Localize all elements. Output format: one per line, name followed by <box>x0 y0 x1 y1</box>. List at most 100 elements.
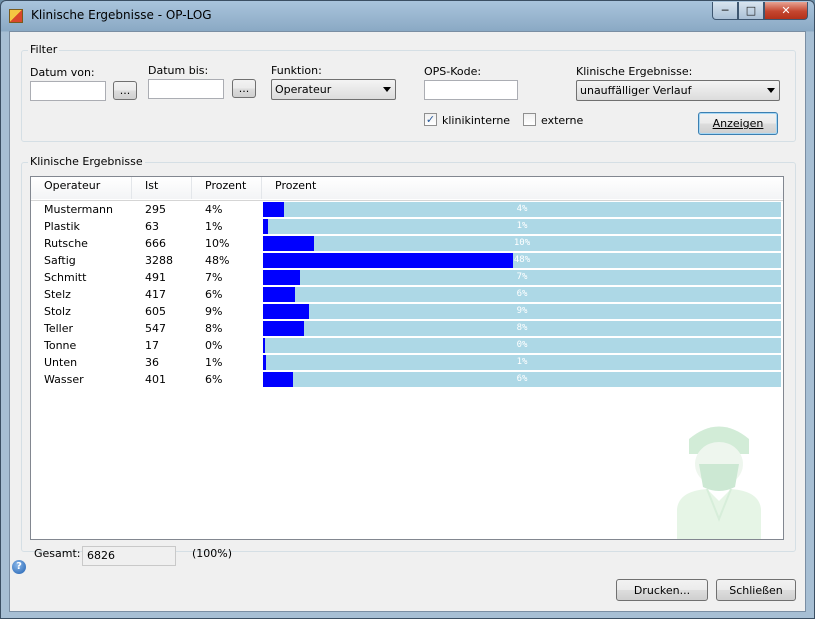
anzeigen-button[interactable]: Anzeigen <box>698 112 778 135</box>
progress-bar: 6% <box>263 372 781 387</box>
funktion-select-value: Operateur <box>275 83 332 96</box>
progress-bar-label: 1% <box>516 357 528 367</box>
ops-kode-label: OPS-Kode: <box>424 65 482 78</box>
row-ist: 3288 <box>145 254 173 267</box>
progress-bar: 9% <box>263 304 781 319</box>
row-operateur: Plastik <box>44 220 80 233</box>
row-operateur: Unten <box>44 356 78 369</box>
results-group-label: Klinische Ergebnisse <box>28 155 145 168</box>
progress-bar-label: 48% <box>513 255 531 265</box>
gesamt-percent: (100%) <box>192 547 233 560</box>
progress-bar: 6% <box>263 287 781 302</box>
progress-bar: 8% <box>263 321 781 336</box>
progress-bar-label: 0% <box>516 340 528 350</box>
externe-label[interactable]: externe <box>541 114 583 127</box>
list-item[interactable]: Teller 547 8% 8% <box>31 320 783 337</box>
row-prozent: 1% <box>205 356 223 369</box>
row-ist: 63 <box>145 220 159 233</box>
klinische-ergebnisse-select-value: unauffälliger Verlauf <box>580 84 692 97</box>
row-ist: 417 <box>145 288 166 301</box>
list-item[interactable]: Saftig 3288 48% 48% <box>31 252 783 269</box>
row-operateur: Mustermann <box>44 203 114 216</box>
schliessen-button[interactable]: Schließen <box>716 579 796 601</box>
row-prozent: 6% <box>205 373 223 386</box>
row-operateur: Saftig <box>44 254 76 267</box>
list-item[interactable]: Stolz 605 9% 9% <box>31 303 783 320</box>
list-item[interactable]: Stelz 417 6% 6% <box>31 286 783 303</box>
title-bar[interactable]: Klinische Ergebnisse - OP-LOG ─ □ ✕ <box>1 1 814 31</box>
row-ist: 547 <box>145 322 166 335</box>
list-header: Operateur Ist Prozent Prozent <box>31 177 783 201</box>
progress-bar: 0% <box>263 338 781 353</box>
progress-bar: 4% <box>263 202 781 217</box>
client-area: Filter Datum von: ... Datum bis: ... Fun… <box>9 31 806 612</box>
ops-kode-field[interactable] <box>424 80 518 100</box>
klinikinterne-checkbox[interactable]: ✓ <box>424 113 437 126</box>
row-prozent: 8% <box>205 322 223 335</box>
row-ist: 605 <box>145 305 166 318</box>
row-operateur: Rutsche <box>44 237 88 250</box>
list-item[interactable]: Mustermann 295 4% 4% <box>31 201 783 218</box>
progress-bar-label: 1% <box>516 221 528 231</box>
klinische-ergebnisse-select[interactable]: unauffälliger Verlauf <box>576 80 780 101</box>
close-button[interactable]: ✕ <box>764 2 808 20</box>
help-icon[interactable]: ? <box>12 560 26 574</box>
row-operateur: Tonne <box>44 339 77 352</box>
progress-bar: 10% <box>263 236 781 251</box>
funktion-select[interactable]: Operateur <box>271 79 396 100</box>
datum-von-browse-button[interactable]: ... <box>113 81 137 100</box>
row-ist: 491 <box>145 271 166 284</box>
list-item[interactable]: Rutsche 666 10% 10% <box>31 235 783 252</box>
list-item[interactable]: Schmitt 491 7% 7% <box>31 269 783 286</box>
gesamt-value: 6826 <box>82 546 176 566</box>
datum-von-field[interactable] <box>30 81 106 101</box>
row-operateur: Teller <box>44 322 74 335</box>
list-item[interactable]: Plastik 63 1% 1% <box>31 218 783 235</box>
progress-bar-label: 10% <box>513 238 531 248</box>
row-ist: 295 <box>145 203 166 216</box>
app-icon <box>9 9 23 23</box>
maximize-button[interactable]: □ <box>738 2 764 20</box>
row-operateur: Wasser <box>44 373 84 386</box>
filter-group-label: Filter <box>28 43 60 56</box>
progress-bar: 7% <box>263 270 781 285</box>
column-header-prozent-bar[interactable]: Prozent <box>262 177 783 199</box>
progress-bar-label: 9% <box>516 306 528 316</box>
progress-bar-label: 8% <box>516 323 528 333</box>
klinische-ergebnisse-label: Klinische Ergebnisse: <box>576 65 693 78</box>
row-prozent: 4% <box>205 203 223 216</box>
datum-bis-browse-button[interactable]: ... <box>232 79 256 98</box>
row-operateur: Schmitt <box>44 271 87 284</box>
progress-bar: 48% <box>263 253 781 268</box>
window-title: Klinische Ergebnisse - OP-LOG <box>31 8 212 22</box>
row-ist: 36 <box>145 356 159 369</box>
row-prozent: 6% <box>205 288 223 301</box>
klinikinterne-label[interactable]: klinikinterne <box>442 114 510 127</box>
progress-bar: 1% <box>263 355 781 370</box>
column-header-prozent[interactable]: Prozent <box>192 177 262 199</box>
chevron-down-icon <box>383 87 391 92</box>
datum-bis-field[interactable] <box>148 79 224 99</box>
datum-bis-label: Datum bis: <box>148 64 209 77</box>
row-operateur: Stolz <box>44 305 71 318</box>
row-prozent: 7% <box>205 271 223 284</box>
row-operateur: Stelz <box>44 288 71 301</box>
progress-bar-label: 6% <box>516 374 528 384</box>
list-item[interactable]: Wasser 401 6% 6% <box>31 371 783 388</box>
row-prozent: 48% <box>205 254 230 267</box>
row-ist: 17 <box>145 339 159 352</box>
results-list[interactable]: Operateur Ist Prozent Prozent Mustermann… <box>30 176 784 540</box>
drucken-button[interactable]: Drucken... <box>616 579 708 601</box>
column-header-ist[interactable]: Ist <box>132 177 192 199</box>
minimize-button[interactable]: ─ <box>712 2 738 20</box>
row-prozent: 9% <box>205 305 223 318</box>
row-ist: 401 <box>145 373 166 386</box>
gesamt-label: Gesamt: <box>34 547 81 560</box>
externe-checkbox[interactable] <box>523 113 536 126</box>
column-header-operateur[interactable]: Operateur <box>31 177 132 199</box>
progress-bar: 1% <box>263 219 781 234</box>
row-prozent: 1% <box>205 220 223 233</box>
list-item[interactable]: Unten 36 1% 1% <box>31 354 783 371</box>
row-prozent: 0% <box>205 339 223 352</box>
list-item[interactable]: Tonne 17 0% 0% <box>31 337 783 354</box>
